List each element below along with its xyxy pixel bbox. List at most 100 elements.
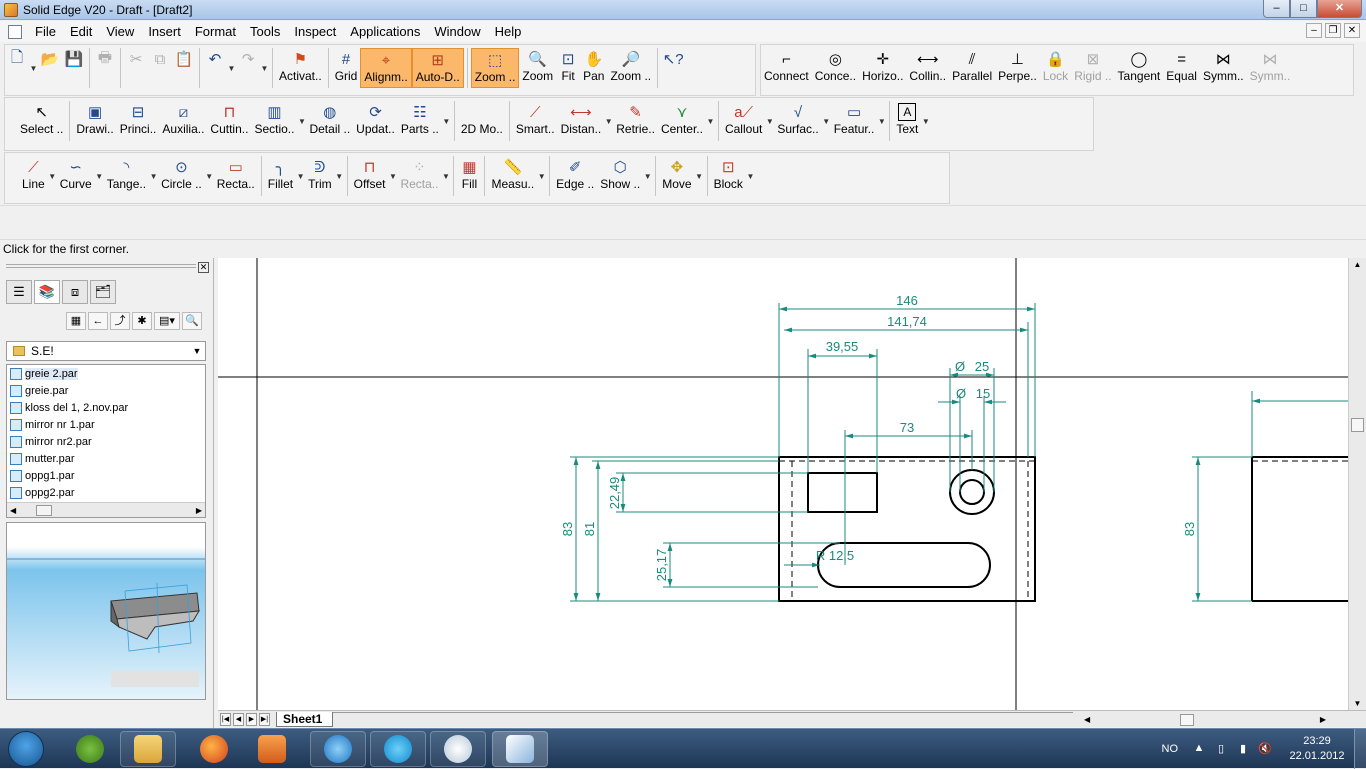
scroll-left-icon[interactable]: ◀	[1084, 715, 1090, 724]
cut-button[interactable]: ✂	[124, 48, 148, 88]
list-item[interactable]: mirror nr 1.par	[7, 416, 205, 433]
blocks-tab-icon[interactable]: 🗂	[90, 280, 116, 304]
last-sheet-icon[interactable]: ▶|	[259, 713, 270, 726]
rigid-set-button[interactable]: ⊠Rigid ..	[1071, 48, 1114, 88]
fillet-button[interactable]: ╮Fillet	[265, 156, 296, 196]
start-button[interactable]	[8, 731, 44, 767]
taskbar-paint[interactable]	[430, 731, 486, 767]
concentric-button[interactable]: ◎Conce..	[812, 48, 859, 88]
surface-texture-button[interactable]: √Surfac..	[774, 101, 821, 141]
center-dropdown[interactable]: ▼	[706, 101, 715, 141]
doc-minimize-button[interactable]: –	[1306, 23, 1322, 38]
menu-insert[interactable]: Insert	[141, 24, 188, 39]
update-views-button[interactable]: ⟳Updat..	[353, 101, 398, 141]
circle-dropdown[interactable]: ▼	[205, 156, 214, 196]
offset-dropdown[interactable]: ▼	[388, 156, 397, 196]
list-item[interactable]: kloss del 1, 2.nov.par	[7, 399, 205, 416]
panel-close-icon[interactable]: ✕	[198, 262, 209, 273]
folder-select[interactable]: S.E! ▼	[6, 341, 206, 361]
list-item[interactable]: oppg2.par	[7, 484, 205, 501]
perpendicular-button[interactable]: ⊥Perpe..	[995, 48, 1040, 88]
move-button[interactable]: ✥Move	[659, 156, 694, 196]
menu-tools[interactable]: Tools	[243, 24, 287, 39]
menu-view[interactable]: View	[99, 24, 141, 39]
move-dropdown[interactable]: ▼	[695, 156, 704, 196]
chevron-down-icon[interactable]: ▼	[189, 346, 205, 356]
alignment-indicator-button[interactable]: ⌖Alignm..	[360, 48, 411, 88]
dim-83-right[interactable]: 83	[1182, 522, 1197, 536]
menu-edit[interactable]: Edit	[63, 24, 99, 39]
fill-button[interactable]: ▦Fill	[457, 156, 481, 196]
network-signal-icon[interactable]: ▮	[1236, 742, 1250, 756]
block-dropdown[interactable]: ▼	[746, 156, 755, 196]
tab-sheet1[interactable]: Sheet1	[276, 712, 333, 727]
pan-button[interactable]: ✋Pan	[580, 48, 607, 88]
redo-dropdown[interactable]: ▼	[260, 48, 269, 88]
auto-dimension-button[interactable]: ⊞Auto-D..	[412, 48, 464, 88]
clock[interactable]: 23:29 22.01.2012	[1280, 734, 1354, 764]
select-tool-button[interactable]: ↖Select ..	[17, 101, 66, 141]
dim-146[interactable]: 146	[896, 293, 918, 308]
save-button[interactable]: 💾	[62, 48, 86, 88]
menu-inspect[interactable]: Inspect	[287, 24, 343, 39]
scroll-thumb[interactable]	[36, 505, 52, 516]
undo-button[interactable]: ↶	[203, 48, 227, 88]
distance-between-button[interactable]: ⟷Distan..	[558, 101, 605, 141]
dim-diameter-25[interactable]: 25	[975, 359, 989, 374]
symmetric-axis-button[interactable]: ⋈Symm..	[1247, 48, 1294, 88]
device-icon[interactable]: ▯	[1214, 742, 1228, 756]
redo-button[interactable]: ↷	[236, 48, 260, 88]
edge-painter-button[interactable]: ✐Edge ..	[553, 156, 597, 196]
connect-button[interactable]: ⌐Connect	[761, 48, 812, 88]
taskbar-explorer[interactable]	[120, 731, 176, 767]
taskbar-skype[interactable]	[370, 731, 426, 767]
undo-dropdown[interactable]: ▼	[227, 48, 236, 88]
show-hidden-icons-icon[interactable]: ▲	[1192, 742, 1206, 756]
paste-button[interactable]: 📋	[172, 48, 196, 88]
volume-muted-icon[interactable]: 🔇	[1258, 742, 1272, 756]
taskbar-firefox[interactable]	[186, 731, 242, 767]
library-tab-icon[interactable]: 📚	[34, 280, 60, 304]
block-button[interactable]: ⊡Block	[711, 156, 746, 196]
surface-dropdown[interactable]: ▼	[822, 101, 831, 141]
text-dropdown[interactable]: ▼	[921, 101, 930, 141]
callout-dropdown[interactable]: ▼	[765, 101, 774, 141]
feature-dropdown[interactable]: ▼	[877, 101, 886, 141]
taskbar-media[interactable]	[244, 731, 300, 767]
symmetric-button[interactable]: ⋈Symm..	[1200, 48, 1247, 88]
measure-dropdown[interactable]: ▼	[537, 156, 546, 196]
solid-edge-app-icon[interactable]	[4, 3, 18, 17]
search-icon[interactable]: 🔍	[182, 312, 202, 330]
smart-dimension-button[interactable]: ⟋Smart..	[513, 101, 558, 141]
minimize-button[interactable]: –	[1263, 0, 1290, 18]
horizontal-vertical-button[interactable]: ✛Horizo..	[859, 48, 906, 88]
rectangle-button[interactable]: ▭Recta..	[214, 156, 258, 196]
scroll-thumb[interactable]	[1351, 418, 1364, 432]
prev-sheet-icon[interactable]: ◀	[233, 713, 244, 726]
document-icon[interactable]	[8, 25, 22, 39]
trim-button[interactable]: ᕲTrim	[305, 156, 335, 196]
panel-grip[interactable]	[6, 264, 196, 268]
tangent-button[interactable]: ◯Tangent	[1115, 48, 1164, 88]
list-item[interactable]: mutter.par	[7, 450, 205, 467]
scroll-up-icon[interactable]: ▲	[1349, 260, 1366, 269]
back-icon[interactable]: ←	[88, 312, 108, 330]
dim-25-17[interactable]: 25,17	[654, 549, 669, 582]
scroll-right-icon[interactable]: ▶	[1320, 715, 1326, 724]
cutting-plane-button[interactable]: ⊓Cuttin..	[207, 101, 251, 141]
circle-button[interactable]: ⊙Circle ..	[158, 156, 205, 196]
pattern-dropdown[interactable]: ▼	[441, 156, 450, 196]
zoom-button[interactable]: 🔍Zoom	[519, 48, 556, 88]
help-button[interactable]: ↖?	[661, 48, 685, 88]
activate-button[interactable]: ⚑Activat..	[276, 48, 325, 88]
new-folder-icon[interactable]: ✱	[132, 312, 152, 330]
center-mark-button[interactable]: ⋎Center..	[658, 101, 706, 141]
section-view-button[interactable]: ▥Sectio..	[251, 101, 297, 141]
list-item[interactable]: oppg1.par	[7, 467, 205, 484]
fillet-dropdown[interactable]: ▼	[296, 156, 305, 196]
parts-list-button[interactable]: ☷Parts ..	[398, 101, 442, 141]
zoom-previous-button[interactable]: 🔎Zoom ..	[607, 48, 654, 88]
collinear-button[interactable]: ⟷Collin..	[906, 48, 949, 88]
equal-button[interactable]: =Equal	[1163, 48, 1200, 88]
dim-73[interactable]: 73	[900, 420, 914, 435]
